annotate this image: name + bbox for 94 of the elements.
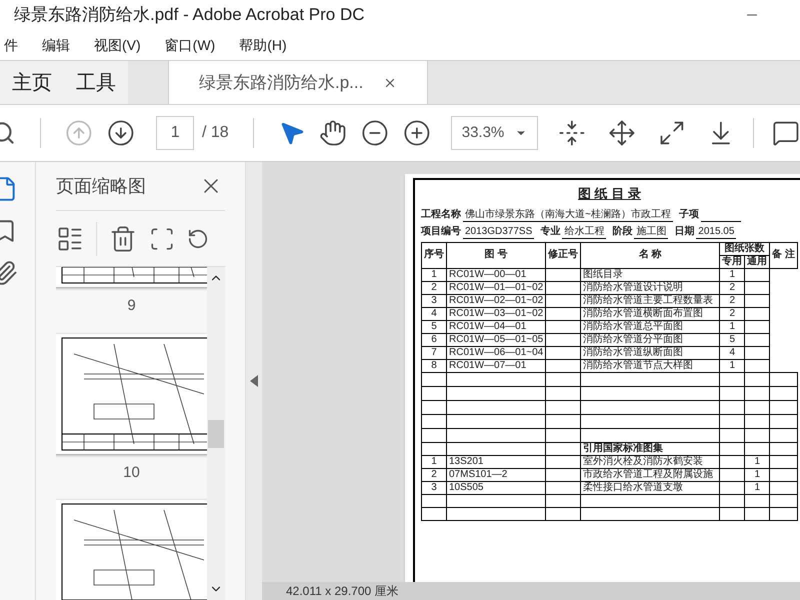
table-cell: 13S201 <box>446 455 546 468</box>
table-cell: 室外消火栓及消防水鹤安装 <box>580 455 720 468</box>
column-header: 名 称 <box>580 242 720 268</box>
options-icon[interactable] <box>56 224 84 252</box>
table-cell: 2 <box>720 281 745 294</box>
table-cell: RC01W—05—01~05 <box>446 333 546 346</box>
hand-icon[interactable] <box>319 119 348 147</box>
field-label: 阶段 <box>612 224 632 238</box>
table-cell: 消防给水管道节点大样图 <box>580 359 720 372</box>
page-number-label: 9 <box>127 296 136 316</box>
field-label: 日期 <box>674 224 694 238</box>
field-value: 2013GD377SS <box>463 224 534 238</box>
field-value: 给水工程 <box>562 224 606 238</box>
table-cell: 07MS101—2 <box>446 468 546 481</box>
tab[interactable]: 主页 <box>0 61 64 104</box>
page-thumbnail[interactable] <box>56 500 207 600</box>
table-cell: 3 <box>422 294 446 307</box>
table-cell: 2 <box>422 468 446 481</box>
table-cell: 消防给水管道分平面图 <box>580 333 720 346</box>
table-cell: RC01W—07—01 <box>446 359 546 372</box>
page-total: / 18 <box>202 123 229 143</box>
zoom-out-icon[interactable] <box>361 119 389 147</box>
scrollbar[interactable] <box>207 267 225 600</box>
table-cell: 1 <box>422 455 446 468</box>
zoom-dropdown[interactable]: 33.3% <box>450 116 538 150</box>
menu-item[interactable]: 件 <box>4 34 18 56</box>
field-label: 工程名称 <box>421 208 461 222</box>
column-header: 图纸张数 <box>720 242 770 255</box>
table-cell: 消防给水管道设计说明 <box>580 281 720 294</box>
field-value: 2015.05 <box>696 224 736 238</box>
table-cell: 消防给水管道横断面布置图 <box>580 307 720 320</box>
table-cell: 2 <box>720 294 745 307</box>
page-thumbnail[interactable] <box>56 334 207 454</box>
table-cell: RC01W—03—01~02 <box>446 307 546 320</box>
column-header: 备 注 <box>770 242 798 268</box>
window-title: 绿景东路消防给水.pdf - Adobe Acrobat Pro DC <box>14 4 365 26</box>
table-cell: 2 <box>422 281 446 294</box>
menu-item[interactable]: 窗口(W) <box>164 34 216 56</box>
table-cell: 6 <box>422 333 446 346</box>
rotate-icon[interactable] <box>187 228 209 250</box>
field-value: 施工图 <box>634 224 668 238</box>
table-cell: 1 <box>720 268 745 281</box>
table-cell: 1 <box>720 320 745 333</box>
table-cell: 5 <box>720 333 745 346</box>
field-label: 子项 <box>678 208 699 222</box>
table-cell: RC01W—00—01 <box>446 268 546 281</box>
table-cell: 消防给水管道主要工程数量表 <box>580 294 720 307</box>
column-header: 图 号 <box>446 242 546 268</box>
panel-title: 页面缩略图 <box>56 174 146 198</box>
table-cell: 消防给水管道纵断面图 <box>580 346 720 359</box>
table-cell: 10S505 <box>446 481 546 494</box>
page-size-label: 42.011 x 29.700 厘米 <box>286 583 399 600</box>
table-cell: RC01W—02—01~02 <box>446 294 546 307</box>
table-cell: 4 <box>720 346 745 359</box>
table-cell: 1 <box>422 268 446 281</box>
table-cell: 4 <box>422 307 446 320</box>
comment-icon[interactable] <box>772 119 800 147</box>
full-screen-icon[interactable] <box>658 119 686 147</box>
field-label: 项目编号 <box>421 224 461 238</box>
collapse-arrow-icon[interactable] <box>250 375 258 387</box>
table-cell: 2 <box>720 307 745 320</box>
column-header: 序号 <box>422 242 446 268</box>
table-cell: 柔性接口给水管道支墩 <box>580 481 720 494</box>
table-cell: 1 <box>744 481 770 494</box>
table-cell: 7 <box>422 346 446 359</box>
scrollbar-thumb[interactable] <box>208 420 224 448</box>
table-cell: 1 <box>744 455 770 468</box>
document-title: 图 纸 目 录 <box>578 185 641 203</box>
table-cell: RC01W—04—01 <box>446 320 546 333</box>
field-value: 佛山市绿景东路（南海大道~桂澜路）市政工程 <box>463 208 673 222</box>
tab[interactable]: 工具 <box>64 61 128 104</box>
trash-icon[interactable] <box>109 224 137 252</box>
table-cell: RC01W—01—01~02 <box>446 281 546 294</box>
table-cell: 消防给水管道总平面图 <box>580 320 720 333</box>
table-cell: 3 <box>422 481 446 494</box>
page-number-label: 10 <box>123 462 140 482</box>
page-number-field[interactable]: 1 <box>156 116 194 150</box>
zoom-in-icon[interactable] <box>402 119 431 147</box>
field-label: 专业 <box>540 224 560 238</box>
column-header: 专用 <box>720 255 745 268</box>
menu-item[interactable]: 帮助(H) <box>239 34 287 56</box>
table-cell: 8 <box>422 359 446 372</box>
table-cell: 图纸目录 <box>580 268 720 281</box>
menu-item[interactable]: 编辑 <box>42 34 70 56</box>
table-cell: 1 <box>744 468 770 481</box>
table-cell: 市政给水管道工程及附属设施 <box>580 468 720 481</box>
table-cell: 引用国家标准图集 <box>580 442 720 455</box>
tab[interactable]: 绿景东路消防给水.p... <box>168 61 428 104</box>
column-header: 通用 <box>744 255 770 268</box>
table-cell: 5 <box>422 320 446 333</box>
column-header: 修正号 <box>546 242 581 268</box>
table-cell: RC01W—06—01~04 <box>446 346 546 359</box>
table-cell: 1 <box>720 359 745 372</box>
menu-item[interactable]: 视图(V) <box>94 34 141 56</box>
